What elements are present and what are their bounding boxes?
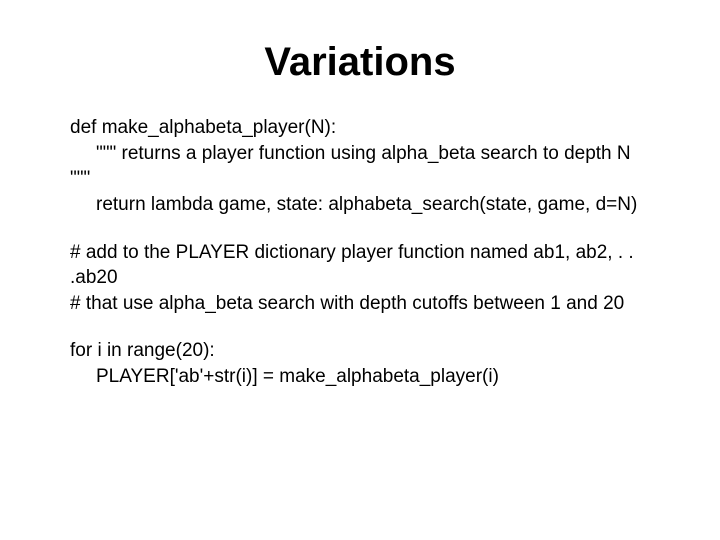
comment-line-1: # add to the PLAYER dictionary player fu… [70, 240, 650, 291]
code-docstring-close: """ [70, 166, 650, 192]
slide-title: Variations [70, 40, 650, 85]
code-for-line: for i in range(20): [70, 338, 650, 364]
comment-block: # add to the PLAYER dictionary player fu… [70, 240, 650, 317]
code-loop-body: PLAYER['ab'+str(i)] = make_alphabeta_pla… [70, 364, 650, 390]
code-return-line: return lambda game, state: alphabeta_sea… [70, 192, 650, 218]
comment-line-2: # that use alpha_beta search with depth … [70, 291, 650, 317]
code-block-function: def make_alphabeta_player(N): """ return… [70, 115, 650, 218]
code-block-loop: for i in range(20): PLAYER['ab'+str(i)] … [70, 338, 650, 389]
slide: Variations def make_alphabeta_player(N):… [0, 0, 720, 540]
code-docstring-open: """ returns a player function using alph… [70, 141, 650, 167]
code-def-line: def make_alphabeta_player(N): [70, 115, 650, 141]
